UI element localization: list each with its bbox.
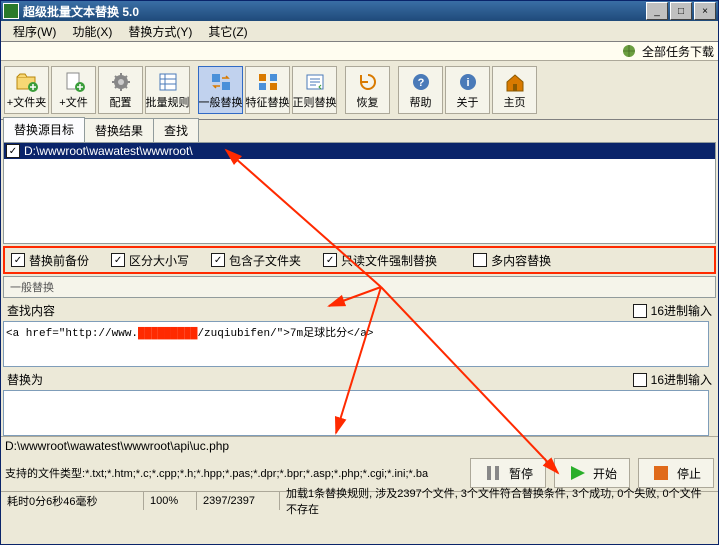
path-checkbox[interactable]: ✓ — [6, 144, 20, 158]
close-button[interactable]: × — [694, 2, 716, 20]
tab-result[interactable]: 替换结果 — [84, 118, 154, 142]
status-elapsed: 耗时0分6秒46毫秒 — [1, 492, 144, 510]
path-row[interactable]: ✓ D:\wwwroot\wawatest\wwwroot\ — [4, 143, 715, 159]
replace-textarea[interactable] — [3, 390, 709, 436]
maximize-button[interactable]: □ — [670, 2, 692, 20]
path-text: D:\wwwroot\wawatest\wwwroot\ — [24, 144, 193, 158]
menu-function[interactable]: 功能(X) — [64, 23, 120, 40]
find-label: 查找内容 — [7, 302, 633, 319]
start-button[interactable]: 开始 — [554, 458, 630, 488]
status-progress: 100% — [144, 492, 197, 510]
general-replace-button[interactable]: 一般替换 — [198, 66, 243, 114]
current-file-path: D:\wwwroot\wawatest\wwwroot\api\uc.php — [1, 436, 718, 455]
app-icon — [3, 3, 19, 19]
config-button[interactable]: 配置 — [98, 66, 143, 114]
minimize-button[interactable]: _ — [646, 2, 668, 20]
download-all-label[interactable]: 全部任务下载 — [642, 43, 714, 60]
opt-backup[interactable]: ✓替换前备份 — [11, 252, 89, 269]
restore-button[interactable]: 恢复 — [345, 66, 390, 114]
tab-find[interactable]: 查找 — [153, 118, 199, 142]
find-textarea[interactable]: <a href="http://www.█████████/zuqiubifen… — [3, 321, 709, 367]
svg-text:?: ? — [417, 77, 424, 89]
supported-filetypes: 支持的文件类型:*.txt;*.htm;*.c;*.cpp;*.h;*.hpp;… — [5, 465, 462, 481]
opt-case[interactable]: ✓区分大小写 — [111, 252, 189, 269]
source-panel: ✓ D:\wwwroot\wawatest\wwwroot\ — [3, 142, 716, 244]
home-button[interactable]: 主页 — [492, 66, 537, 114]
opt-readonly[interactable]: ✓只读文件强制替换 — [323, 252, 437, 269]
pause-button[interactable]: 暂停 — [470, 458, 546, 488]
regex-replace-button[interactable]: 正则替换 — [292, 66, 337, 114]
options-bar: ✓替换前备份 ✓区分大小写 ✓包含子文件夹 ✓只读文件强制替换 多内容替换 — [3, 246, 716, 274]
hex-input-find[interactable]: 16进制输入 — [633, 302, 712, 319]
menu-other[interactable]: 其它(Z) — [200, 23, 255, 40]
status-count: 2397/2397 — [197, 492, 280, 510]
about-button[interactable]: i关于 — [445, 66, 490, 114]
tab-source[interactable]: 替换源目标 — [3, 117, 85, 142]
window-title: 超级批量文本替换 5.0 — [23, 3, 646, 20]
menu-replace-mode[interactable]: 替换方式(Y) — [120, 23, 200, 40]
stop-button[interactable]: 停止 — [638, 458, 714, 488]
opt-subfolder[interactable]: ✓包含子文件夹 — [211, 252, 301, 269]
replace-label: 替换为 — [7, 371, 633, 388]
add-folder-button[interactable]: +文件夹 — [4, 66, 49, 114]
add-file-button[interactable]: +文件 — [51, 66, 96, 114]
globe-icon — [620, 44, 638, 58]
svg-text:i: i — [466, 77, 469, 89]
path-list[interactable]: ✓ D:\wwwroot\wawatest\wwwroot\ — [4, 143, 715, 243]
feature-replace-button[interactable]: 特征替换 — [245, 66, 290, 114]
section-general: 一般替换 — [3, 276, 716, 298]
batch-rules-button[interactable]: 批量规则 — [145, 66, 190, 114]
help-button[interactable]: ?帮助 — [398, 66, 443, 114]
status-summary: 加载1条替换规则, 涉及2397个文件, 3个文件符合替换条件, 3个成功, 0… — [280, 492, 718, 510]
hex-input-replace[interactable]: 16进制输入 — [633, 371, 712, 388]
opt-multi[interactable]: 多内容替换 — [473, 252, 551, 269]
menu-program[interactable]: 程序(W) — [5, 23, 64, 40]
